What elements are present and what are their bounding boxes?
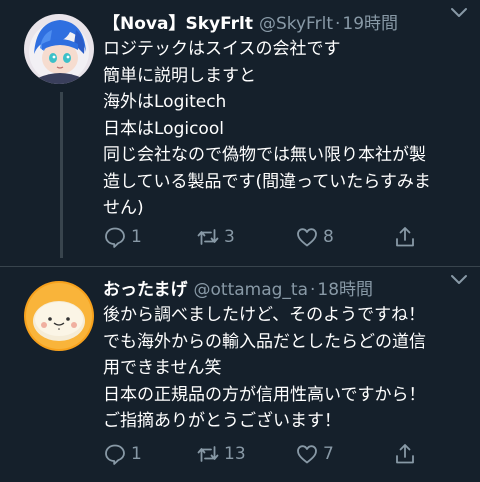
tweet-text-line: 海外はLogitech: [103, 92, 227, 112]
retweet-count: 3: [224, 227, 235, 247]
tweet-actions: 1 13 7: [103, 439, 423, 469]
tweet-text-line: 用できません笑: [103, 358, 222, 378]
separator-dot: ·: [310, 280, 316, 300]
display-name[interactable]: 【Nova】SkyFrlt: [103, 12, 253, 36]
tweet[interactable]: おったまげ @ottamag_ta · 18時間 後から調べましたけど、そのよう…: [0, 267, 480, 482]
share-button[interactable]: [393, 439, 417, 469]
tweet-header: 【Nova】SkyFrlt @SkyFrlt · 19時間: [103, 12, 470, 36]
share-button[interactable]: [393, 222, 417, 252]
retweet-icon: [197, 446, 219, 462]
share-icon: [396, 444, 414, 464]
tweet-text-line: ご指摘ありがとうございます！: [103, 411, 341, 431]
tweet-content: 【Nova】SkyFrlt @SkyFrlt · 19時間 ロジテックはスイスの…: [103, 12, 470, 222]
avatar-mochi-character-image: [24, 281, 94, 351]
tweet-actions: 1 3 8: [103, 222, 423, 252]
tweet-text-line: 日本はLogicool: [103, 118, 224, 139]
user-handle[interactable]: @SkyFrlt: [259, 12, 333, 36]
tweet-text-line: 同じ会社なので偽物では無い限り本社が製: [103, 145, 426, 165]
like-count: 7: [323, 444, 334, 464]
retweet-button[interactable]: 3: [196, 222, 235, 252]
retweet-icon: [197, 229, 219, 245]
tweet-text: 後から調べましたけど、そのようですね！ でも海外からの輸入品だとしたらどの道信 …: [103, 302, 470, 435]
tweet-header: おったまげ @ottamag_ta · 18時間: [103, 278, 470, 302]
tweet-content: おったまげ @ottamag_ta · 18時間 後から調べましたけど、そのよう…: [103, 278, 470, 435]
reply-button[interactable]: 1: [103, 222, 142, 252]
reply-icon: [105, 444, 125, 465]
share-icon: [396, 227, 414, 247]
avatar[interactable]: [24, 281, 94, 351]
heart-icon: [297, 445, 317, 464]
reply-button[interactable]: 1: [103, 439, 142, 469]
heart-icon: [297, 228, 317, 247]
reply-count: 1: [131, 227, 142, 247]
tweet[interactable]: 【Nova】SkyFrlt @SkyFrlt · 19時間 ロジテックはスイスの…: [0, 0, 480, 266]
tweet-text-line: せん): [103, 198, 144, 218]
like-count: 8: [323, 227, 334, 247]
tweet-text: ロジテックはスイスの会社です 簡単に説明しますと 海外はLogitech 日本は…: [103, 36, 470, 222]
display-name[interactable]: おったまげ: [103, 278, 188, 302]
tweet-text-line: 日本の正規品の方が信用性高いですから！: [103, 384, 426, 405]
separator-dot: ·: [334, 14, 341, 34]
timestamp[interactable]: 19時間: [342, 12, 398, 36]
reply-icon: [105, 227, 125, 248]
tweet-text-line: でも海外からの輸入品だとしたらどの道信: [103, 331, 426, 352]
reply-count: 1: [131, 444, 142, 464]
retweet-button[interactable]: 13: [196, 439, 246, 469]
tweet-text-line: 後から調べましたけど、そのようですね！: [103, 305, 426, 325]
retweet-count: 13: [224, 444, 246, 464]
avatar[interactable]: [24, 14, 94, 84]
like-button[interactable]: 7: [295, 439, 334, 469]
thread-connector-line: [60, 92, 63, 258]
tweet-text-line: 簡単に説明しますと: [103, 65, 256, 86]
avatar-anime-character-image: [24, 14, 94, 84]
chevron-down-icon[interactable]: [448, 2, 470, 22]
tweet-text-line: 造している製品です(間違っていたらすみま: [103, 171, 431, 192]
tweet-text-line: ロジテックはスイスの会社です: [103, 39, 341, 59]
chevron-down-icon[interactable]: [448, 269, 470, 289]
timestamp[interactable]: 18時間: [317, 278, 373, 302]
user-handle[interactable]: @ottamag_ta: [194, 278, 309, 302]
like-button[interactable]: 8: [295, 222, 334, 252]
